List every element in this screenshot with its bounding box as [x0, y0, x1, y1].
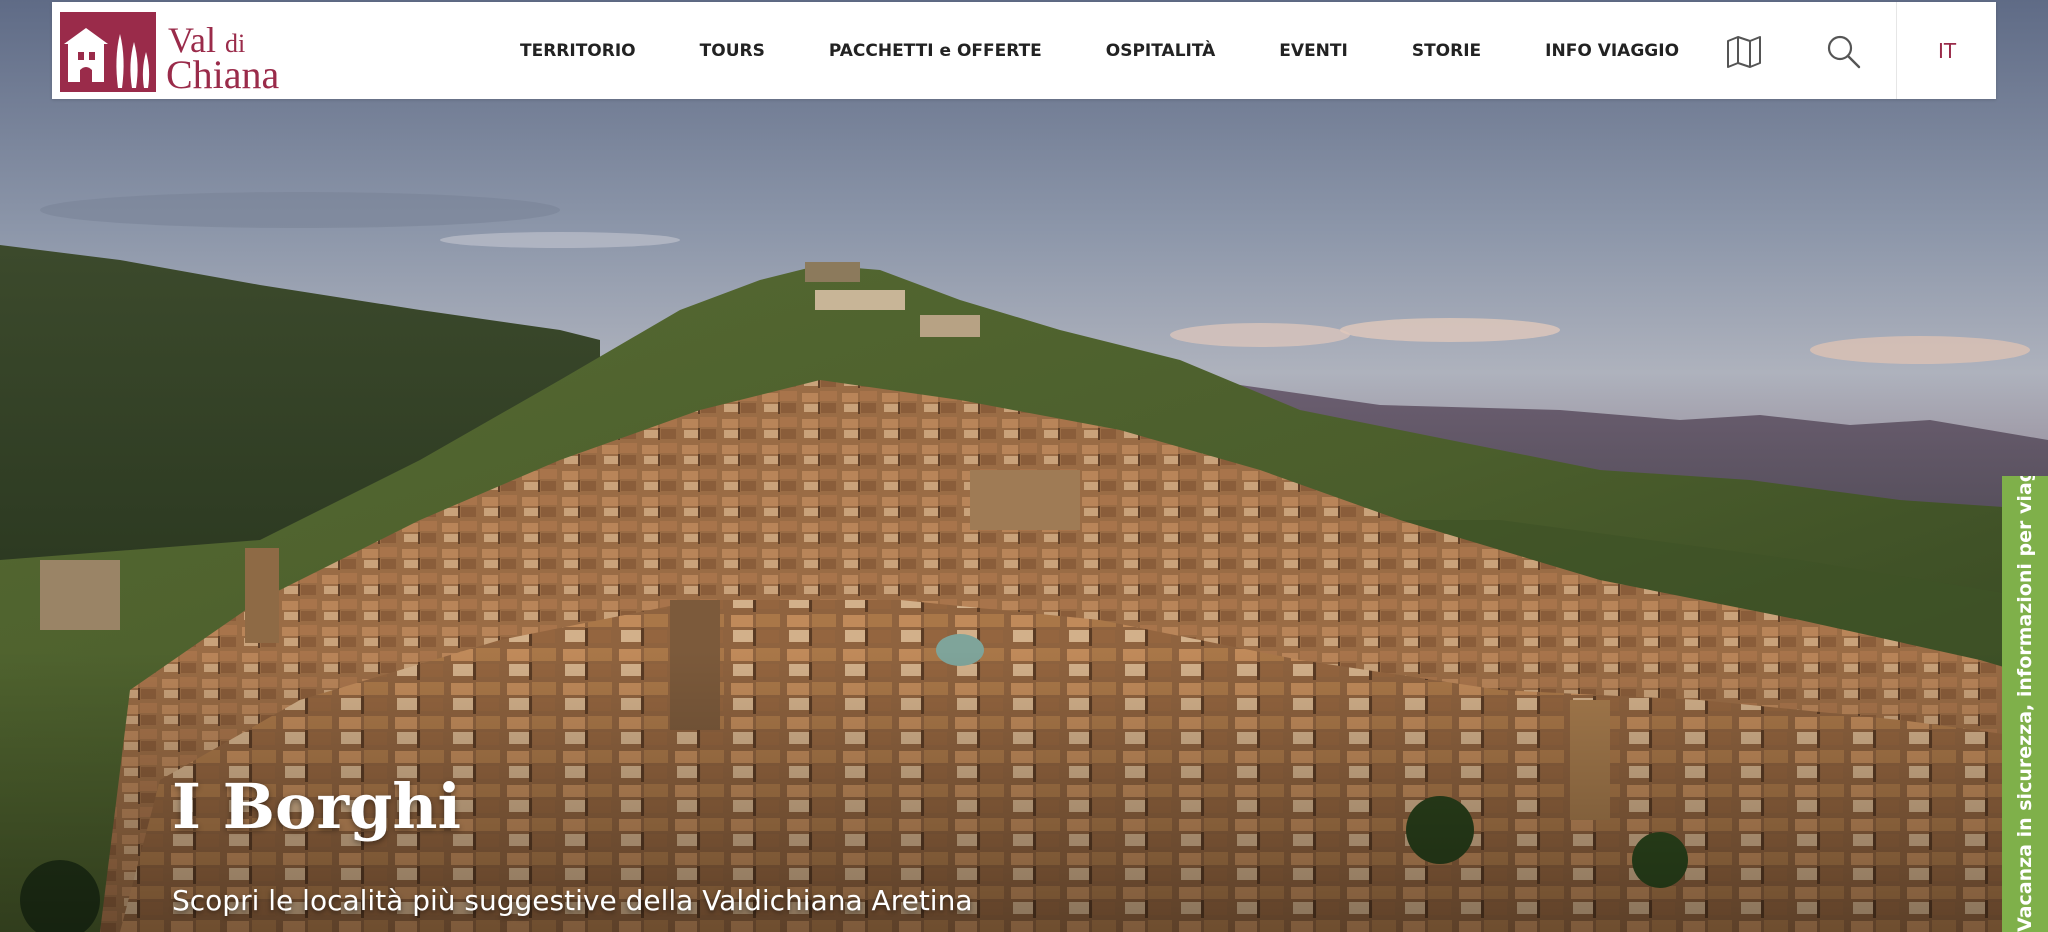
nav-item-ospitalita[interactable]: OSPITALITÀ [1106, 41, 1216, 61]
language-selector[interactable]: IT [1896, 2, 1997, 99]
nav-item-pacchetti-offerte[interactable]: PACCHETTI e OFFERTE [829, 41, 1042, 61]
main-nav: TERRITORIO TOURS PACCHETTI e OFFERTE OSP… [488, 2, 1711, 99]
logo-text-chiana: Chiana [166, 52, 280, 97]
nav-item-eventi[interactable]: EVENTI [1279, 41, 1348, 61]
logo[interactable]: Val di Chiana [58, 8, 298, 97]
map-icon[interactable] [1724, 32, 1764, 72]
nav-item-storie[interactable]: STORIE [1412, 41, 1481, 61]
side-tab-label: Vacanza in sicurezza, informazioni per v… [2014, 476, 2036, 932]
hero-subtitle: Scopri le località più suggestive della … [172, 884, 973, 917]
logo-emblem-icon [58, 8, 158, 94]
site-header: Val di Chiana TERRITORIO TOURS PACCHETTI… [52, 2, 1996, 99]
hero-title: I Borghi [172, 770, 461, 843]
safety-info-side-tab[interactable]: Vacanza in sicurezza, informazioni per v… [2002, 476, 2048, 932]
search-icon[interactable] [1824, 32, 1864, 72]
nav-item-info-viaggio[interactable]: INFO VIAGGIO [1545, 41, 1679, 61]
nav-item-tours[interactable]: TOURS [700, 41, 765, 61]
nav-item-territorio[interactable]: TERRITORIO [520, 41, 636, 61]
